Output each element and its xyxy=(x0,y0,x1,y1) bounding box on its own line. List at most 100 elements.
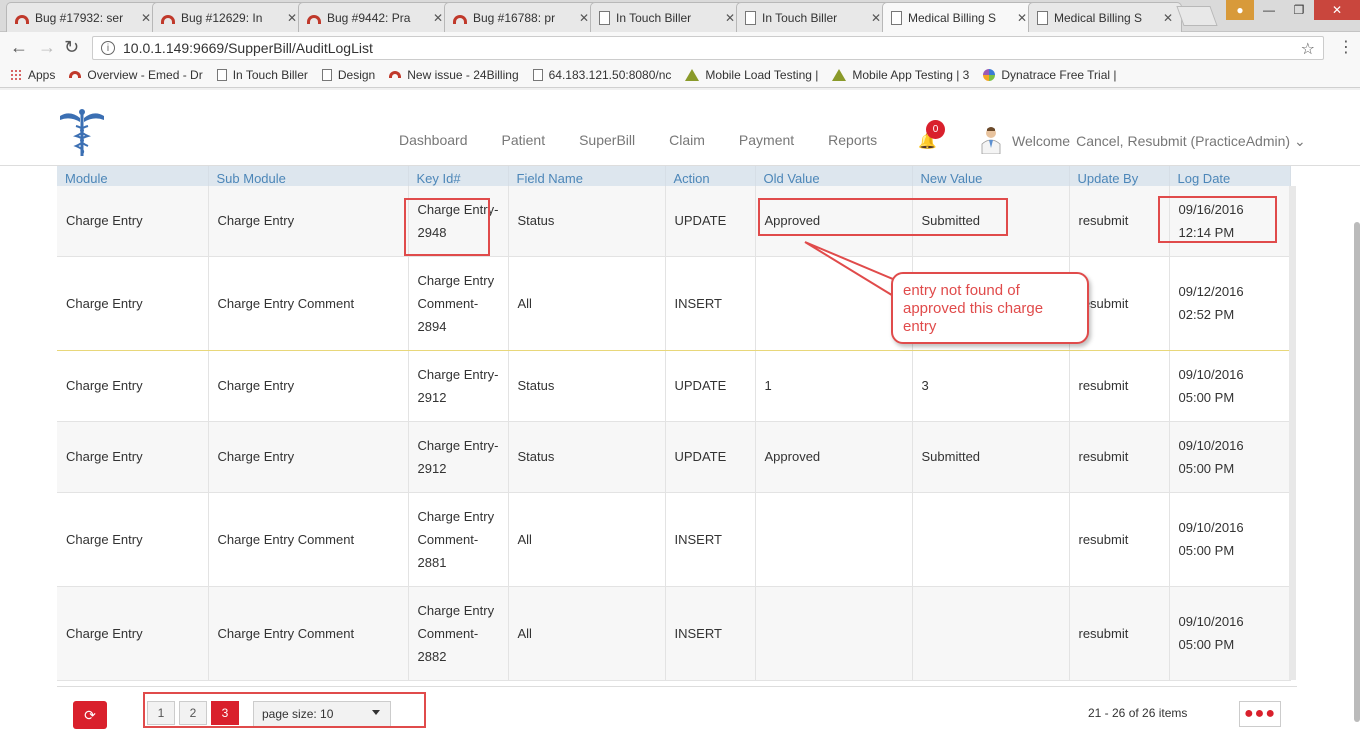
bookmark-item[interactable]: Overview - Emed - Dr xyxy=(69,68,203,82)
bug-icon xyxy=(389,71,402,78)
close-tab-icon[interactable]: ✕ xyxy=(287,11,297,25)
browser-tab[interactable]: Medical Billing S ✕ xyxy=(882,2,1036,32)
cell-by: resubmit xyxy=(1069,421,1170,493)
column-header[interactable]: Module xyxy=(57,166,209,186)
column-header[interactable]: New Value xyxy=(912,166,1070,186)
nav-dashboard[interactable]: Dashboard xyxy=(399,132,468,148)
browser-tab[interactable]: Medical Billing S ✕ xyxy=(1028,2,1182,32)
page-button-3[interactable]: 3 xyxy=(211,701,239,725)
cell-field: Status xyxy=(508,350,666,422)
close-window-icon[interactable]: ✕ xyxy=(1314,0,1360,20)
tab-label: In Touch Biller xyxy=(616,10,692,25)
column-header[interactable]: Sub Module xyxy=(208,166,409,186)
table-row[interactable]: Charge Entry Charge Entry Charge Entry- 29… xyxy=(57,421,1291,493)
table-row[interactable]: Charge Entry Charge Entry Charge Entry- 29… xyxy=(57,186,1291,257)
table-row[interactable]: Charge Entry Charge Entry Comment Charge E… xyxy=(57,492,1291,587)
browser-tab[interactable]: In Touch Biller ✕ xyxy=(736,2,890,32)
browser-tab[interactable]: Bug #12629: In ✕ xyxy=(152,2,306,32)
profile-icon[interactable]: ● xyxy=(1226,0,1254,20)
reload-icon[interactable]: ↻ xyxy=(64,37,79,58)
forward-icon[interactable]: → xyxy=(38,37,56,58)
tab-label: Medical Billing S xyxy=(1054,10,1143,25)
column-header[interactable]: Key Id# xyxy=(408,166,509,186)
column-header[interactable]: Log Date xyxy=(1169,166,1291,186)
table-row[interactable]: Charge Entry Charge Entry Charge Entry- 29… xyxy=(57,350,1291,422)
cell-key-id: Charge Entry- 2912 xyxy=(408,421,509,493)
close-tab-icon[interactable]: ✕ xyxy=(433,11,443,25)
cell-action: UPDATE xyxy=(665,350,756,422)
bookmark-star-icon[interactable]: ☆ xyxy=(1301,39,1315,59)
page-scrollbar[interactable] xyxy=(1354,222,1360,722)
bug-icon xyxy=(15,15,29,24)
browser-tab[interactable]: Bug #9442: Pra ✕ xyxy=(298,2,452,32)
tab-strip: Bug #17932: ser ✕ Bug #12629: In ✕ Bug #9442… xyxy=(0,0,1360,32)
bookmark-item[interactable]: Mobile Load Testing | xyxy=(685,68,818,82)
cell-by: resubmit xyxy=(1069,186,1170,257)
cell-old: Approved xyxy=(755,186,913,257)
column-header[interactable]: Action xyxy=(665,166,756,186)
welcome-label: Welcome xyxy=(1012,133,1071,149)
bookmark-item[interactable]: Design xyxy=(321,68,375,82)
bookmark-item[interactable]: Mobile App Testing | 3 xyxy=(832,68,969,82)
cell-old: 1 xyxy=(755,350,913,422)
bookmark-item[interactable]: Dynatrace Free Trial | xyxy=(983,68,1117,82)
cell-date: 09/16/2016 12:14 PM xyxy=(1169,186,1291,257)
nav-payment[interactable]: Payment xyxy=(739,132,794,148)
bookmark-item[interactable]: Apps xyxy=(10,68,55,82)
table-header-row: Module Sub Module Key Id# Field Name Act… xyxy=(57,166,1291,186)
cell-action: INSERT xyxy=(665,255,756,351)
column-header[interactable]: Old Value xyxy=(755,166,913,186)
browser-tab[interactable]: Bug #17932: ser ✕ xyxy=(6,2,160,32)
table-row[interactable]: Charge Entry Charge Entry Comment Charge E… xyxy=(57,586,1291,681)
close-tab-icon[interactable]: ✕ xyxy=(579,11,589,25)
refresh-icon: ⟳ xyxy=(84,706,96,723)
close-tab-icon[interactable]: ✕ xyxy=(1163,11,1173,25)
pagination: 1 2 3 xyxy=(147,701,243,725)
cell-by: resubmit xyxy=(1069,586,1170,681)
nav-patient[interactable]: Patient xyxy=(502,132,546,148)
browser-tab[interactable]: Bug #16788: pr ✕ xyxy=(444,2,598,32)
window-controls: ● — ❐ ✕ xyxy=(1226,0,1360,20)
page-button-1[interactable]: 1 xyxy=(147,701,175,725)
browser-menu-icon[interactable]: ⋮ xyxy=(1338,37,1354,57)
column-header[interactable]: Update By xyxy=(1069,166,1170,186)
user-menu[interactable]: Welcome Cancel, Resubmit (PracticeAdmin) … xyxy=(1012,133,1306,150)
table-row[interactable]: Charge Entry Charge Entry Comment Charge E… xyxy=(57,255,1291,351)
nav-claim[interactable]: Claim xyxy=(669,132,705,148)
tab-label: Bug #12629: In xyxy=(181,10,263,25)
tab-label: In Touch Biller xyxy=(762,10,838,25)
maximize-icon[interactable]: ❐ xyxy=(1284,0,1314,20)
caduceus-logo-icon[interactable] xyxy=(56,106,108,158)
table-scrollbar[interactable] xyxy=(1289,186,1296,680)
browser-tab[interactable]: In Touch Biller ✕ xyxy=(590,2,744,32)
bookmark-item[interactable]: 64.183.121.50:8080/nc xyxy=(532,68,671,82)
more-options-button[interactable]: ●●● xyxy=(1239,701,1281,727)
column-header[interactable]: Field Name xyxy=(508,166,666,186)
bookmark-item[interactable]: New issue - 24Billing xyxy=(389,68,519,82)
item-count: 21 - 26 of 26 items xyxy=(1088,706,1188,720)
page-size-select[interactable]: page size: 10 xyxy=(253,701,391,727)
tab-label: Bug #17932: ser xyxy=(35,10,124,25)
bug-icon xyxy=(161,15,175,24)
cell-field: All xyxy=(508,586,666,681)
user-name: Cancel, Resubmit (PracticeAdmin) xyxy=(1076,133,1291,149)
cell-sub-module: Charge Entry Comment xyxy=(208,255,409,351)
close-tab-icon[interactable]: ✕ xyxy=(1017,11,1027,25)
close-tab-icon[interactable]: ✕ xyxy=(141,11,151,25)
nav-superbill[interactable]: SuperBill xyxy=(579,132,635,148)
browser-chrome: Bug #17932: ser ✕ Bug #12629: In ✕ Bug #9442… xyxy=(0,0,1360,90)
close-tab-icon[interactable]: ✕ xyxy=(725,11,735,25)
info-icon[interactable]: i xyxy=(101,41,115,55)
url-input[interactable]: i 10.0.1.149:9669/SupperBill/AuditLogLis… xyxy=(92,36,1324,60)
new-tab-button[interactable] xyxy=(1176,6,1218,26)
minimize-icon[interactable]: — xyxy=(1254,0,1284,20)
nav-reports[interactable]: Reports xyxy=(828,132,877,148)
cell-field: All xyxy=(508,492,666,587)
close-tab-icon[interactable]: ✕ xyxy=(871,11,881,25)
back-icon[interactable]: ← xyxy=(10,37,28,58)
triangle-icon xyxy=(685,68,700,81)
refresh-button[interactable]: ⟳ xyxy=(73,701,107,729)
page-button-2[interactable]: 2 xyxy=(179,701,207,725)
bookmark-item[interactable]: In Touch Biller xyxy=(216,68,308,82)
cell-sub-module: Charge Entry xyxy=(208,421,409,493)
